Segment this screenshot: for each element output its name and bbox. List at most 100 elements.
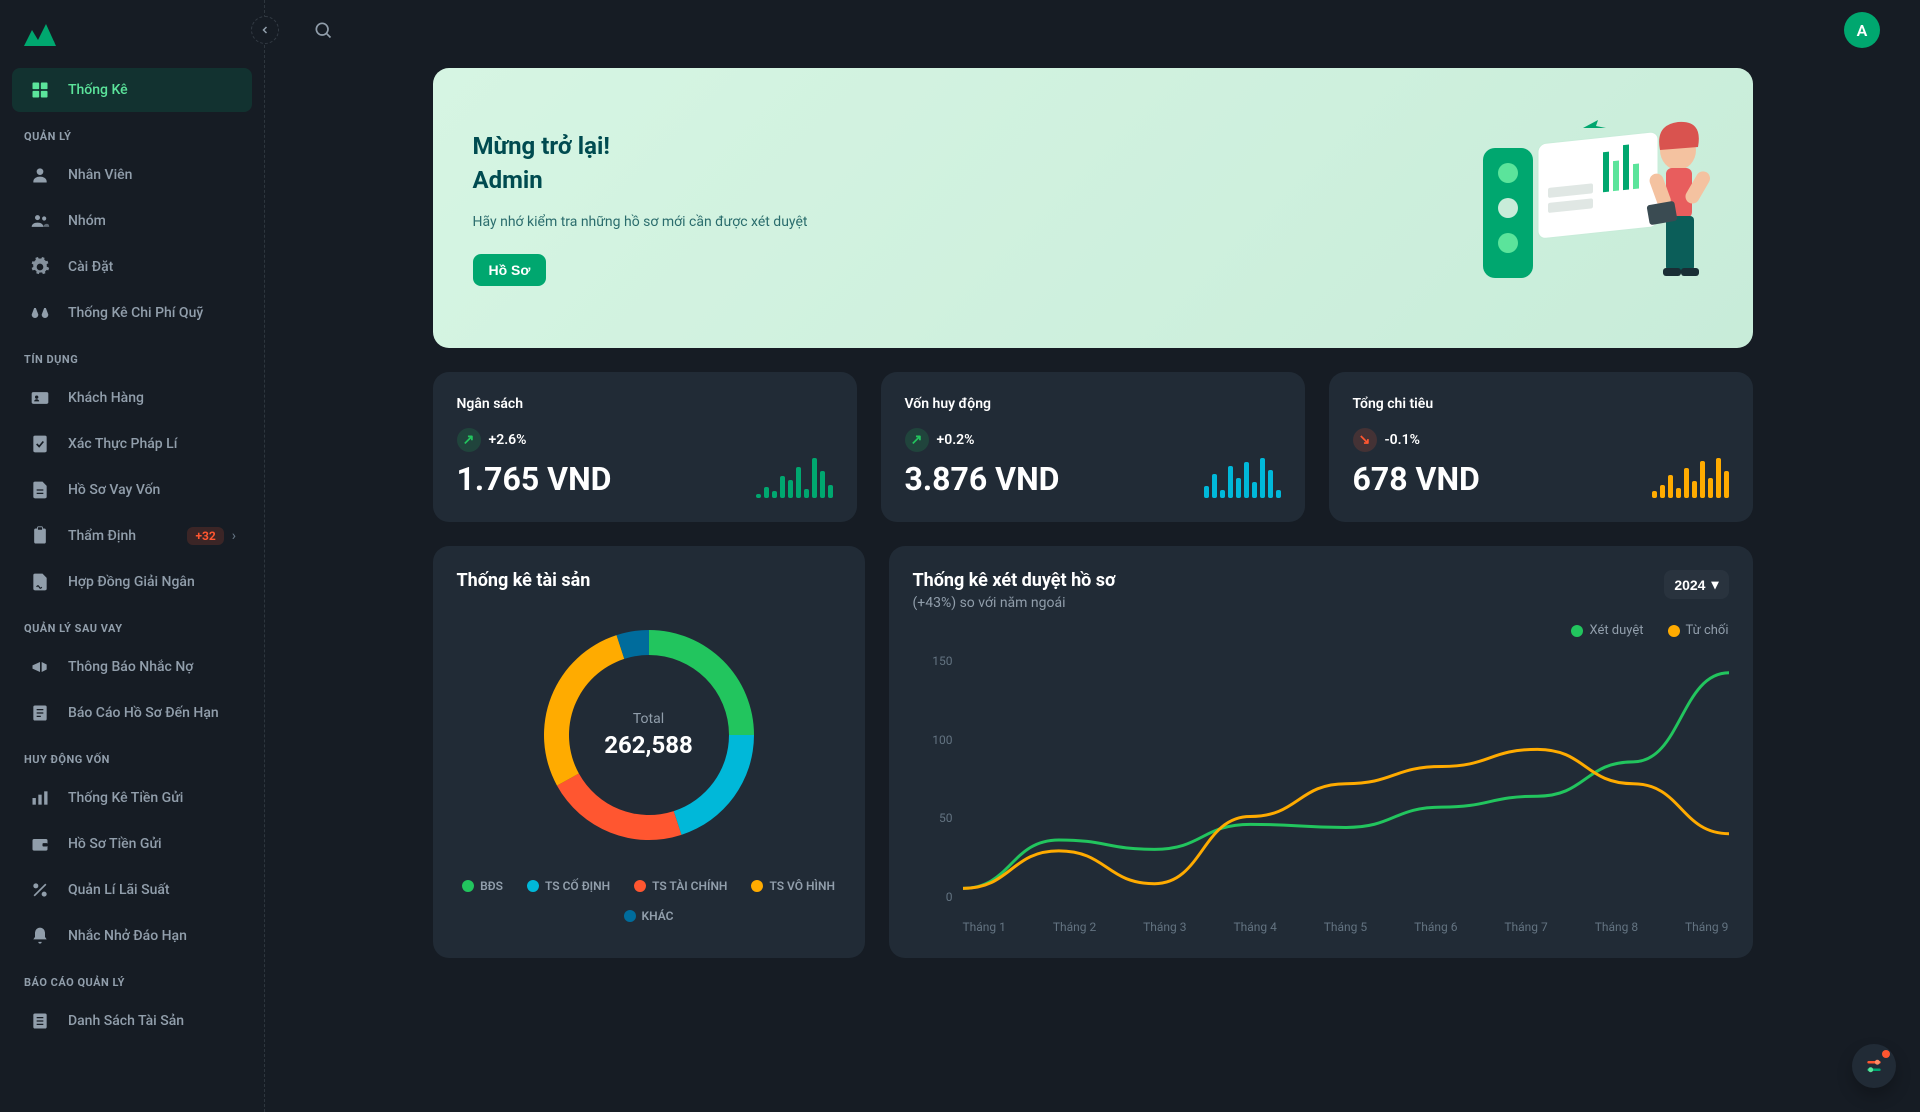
donut-legend: BĐSTS CỐ ĐỊNHTS TÀI CHÍNHTS VÔ HÌNHKHÁC [457, 879, 841, 923]
welcome-illustration [1453, 108, 1713, 308]
chart-title: Thống kê xét duyệt hồ sơ [913, 570, 1116, 591]
nav-label: Khách Hàng [68, 390, 144, 406]
section-tindung: TÍN DỤNG [0, 337, 264, 374]
line-card: Thống kê xét duyệt hồ sơ (+43%) so với n… [889, 546, 1753, 958]
trend-down-icon: ↘ [1353, 428, 1377, 452]
nav-dsts[interactable]: Danh Sách Tài Sản [12, 999, 252, 1043]
nav-thongke[interactable]: Thống Kê [12, 68, 252, 112]
stat-change: ↘ -0.1% [1353, 428, 1729, 452]
nav-thamdinh[interactable]: Thẩm Định +32 › [12, 514, 252, 558]
nav-label: Nhân Viên [68, 167, 132, 183]
section-qlsauvay: QUẢN LÝ SAU VAY [0, 606, 264, 643]
bell-icon [28, 924, 52, 948]
donut-total-label: Total [633, 711, 664, 727]
chevron-right-icon: › [232, 528, 236, 544]
logo[interactable] [0, 24, 264, 66]
user-avatar[interactable]: A [1844, 12, 1880, 48]
donut-chart: Total 262,588 [529, 615, 769, 855]
stat-title: Vốn huy động [905, 396, 1281, 412]
report-icon [28, 701, 52, 725]
legend-item: TS CỐ ĐỊNH [527, 879, 610, 893]
donut-card: Thống kê tài sản Total 262,588 BĐS TS CỐ … [433, 546, 865, 958]
nav-label: Thông Báo Nhắc Nợ [68, 659, 193, 675]
section-baocaoql: BÁO CÁO QUẢN LÝ [0, 960, 264, 997]
stat-title: Tổng chi tiêu [1353, 396, 1729, 412]
badge-count: +32 [187, 527, 223, 545]
legend-item: TS VÔ HÌNH [751, 879, 835, 893]
percent-icon [28, 878, 52, 902]
stat-spending: Tổng chi tiêu ↘ -0.1% 678 VND [1329, 372, 1753, 522]
chart-title: Thống kê tài sản [457, 570, 841, 591]
nav-nhanvien[interactable]: Nhân Viên [12, 153, 252, 197]
settings-fab[interactable] [1852, 1044, 1896, 1088]
nav-nhom[interactable]: Nhóm [12, 199, 252, 243]
nav-tktiengui[interactable]: Thống Kê Tiền Gửi [12, 776, 252, 820]
contract-icon [28, 570, 52, 594]
section-quanly: QUẢN LÝ [0, 114, 264, 151]
nav-tkchiphi[interactable]: Thống Kê Chi Phí Quỹ [12, 291, 252, 335]
trend-up-icon: ↗ [457, 428, 481, 452]
nav-thongbao[interactable]: Thông Báo Nhắc Nợ [12, 645, 252, 689]
nav-label: Thống Kê Tiền Gửi [68, 790, 183, 806]
nav-label: Xác Thực Pháp Lí [68, 436, 177, 452]
wallet-icon [28, 832, 52, 856]
nav-label: Báo Cáo Hồ Sơ Đến Hạn [68, 705, 219, 721]
id-icon [28, 386, 52, 410]
nav-label: Cài Đặt [68, 259, 113, 275]
line-chart: 150 100 50 0 Tháng 1Tháng 2Tháng 3Tháng … [913, 654, 1729, 934]
trend-up-icon: ↗ [905, 428, 929, 452]
sidebar: Thống Kê QUẢN LÝ Nhân Viên Nhóm Cài Đặt … [0, 0, 265, 1112]
stat-change: ↗ +0.2% [905, 428, 1281, 452]
welcome-title: Mừng trở lại! Admin [473, 130, 808, 197]
nav-baocao[interactable]: Báo Cáo Hồ Sơ Đến Hạn [12, 691, 252, 735]
nav-hstiengui[interactable]: Hồ Sơ Tiền Gửi [12, 822, 252, 866]
nav-label: Quản Lí Lãi Suất [68, 882, 170, 898]
nav-label: Nhắc Nhở Đáo Hạn [68, 928, 187, 944]
megaphone-icon [28, 655, 52, 679]
clipboard-icon [28, 524, 52, 548]
nav-label: Thống Kê [68, 82, 128, 98]
nav-label: Hồ Sơ Tiền Gửi [68, 836, 162, 852]
legend-item: TS TÀI CHÍNH [634, 879, 727, 893]
nav-xacthuc[interactable]: Xác Thực Pháp Lí [12, 422, 252, 466]
nav-hopdong[interactable]: Hợp Đồng Giải Ngân [12, 560, 252, 604]
nav-label: Thống Kê Chi Phí Quỹ [68, 305, 203, 321]
dashboard-icon [28, 78, 52, 102]
list-icon [28, 1009, 52, 1033]
nav-label: Hồ Sơ Vay Vốn [68, 482, 160, 498]
graph-icon [28, 786, 52, 810]
stat-funding: Vốn huy động ↗ +0.2% 3.876 VND [881, 372, 1305, 522]
sparkline-budget [756, 458, 833, 498]
year-select[interactable]: 2024 ▾ [1664, 570, 1728, 599]
nav-nhacnho[interactable]: Nhắc Nhở Đáo Hạn [12, 914, 252, 958]
gear-icon [28, 255, 52, 279]
nav-qllaisuat[interactable]: Quản Lí Lãi Suất [12, 868, 252, 912]
file-icon [28, 478, 52, 502]
welcome-button[interactable]: Hồ Sơ [473, 254, 547, 286]
stat-budget: Ngân sách ↗ +2.6% 1.765 VND [433, 372, 857, 522]
stat-title: Ngân sách [457, 396, 833, 412]
nav-label: Thẩm Định [68, 528, 136, 544]
welcome-subtitle: Hãy nhớ kiểm tra những hồ sơ mới cần đượ… [473, 214, 808, 230]
chart-subtitle: (+43%) so với năm ngoái [913, 595, 1116, 611]
check-doc-icon [28, 432, 52, 456]
sparkline-spending [1652, 458, 1729, 498]
person-icon [28, 163, 52, 187]
section-huydong: HUY ĐỘNG VỐN [0, 737, 264, 774]
stat-change: ↗ +2.6% [457, 428, 833, 452]
collapse-sidebar-button[interactable] [251, 16, 279, 44]
donut-total-value: 262,588 [604, 731, 693, 759]
welcome-card: Mừng trở lại! Admin Hãy nhớ kiểm tra nhữ… [433, 68, 1753, 348]
nav-caidat[interactable]: Cài Đặt [12, 245, 252, 289]
chevron-down-icon: ▾ [1711, 576, 1718, 593]
sparkline-funding [1204, 458, 1281, 498]
nav-khachhang[interactable]: Khách Hàng [12, 376, 252, 420]
search-button[interactable] [305, 12, 341, 48]
scale-icon [28, 301, 52, 325]
nav-hosovay[interactable]: Hồ Sơ Vay Vốn [12, 468, 252, 512]
nav-label: Hợp Đồng Giải Ngân [68, 574, 195, 590]
nav-label: Nhóm [68, 213, 106, 229]
header: A [265, 0, 1920, 60]
legend-item: BĐS [462, 879, 503, 893]
nav-label: Danh Sách Tài Sản [68, 1013, 184, 1029]
